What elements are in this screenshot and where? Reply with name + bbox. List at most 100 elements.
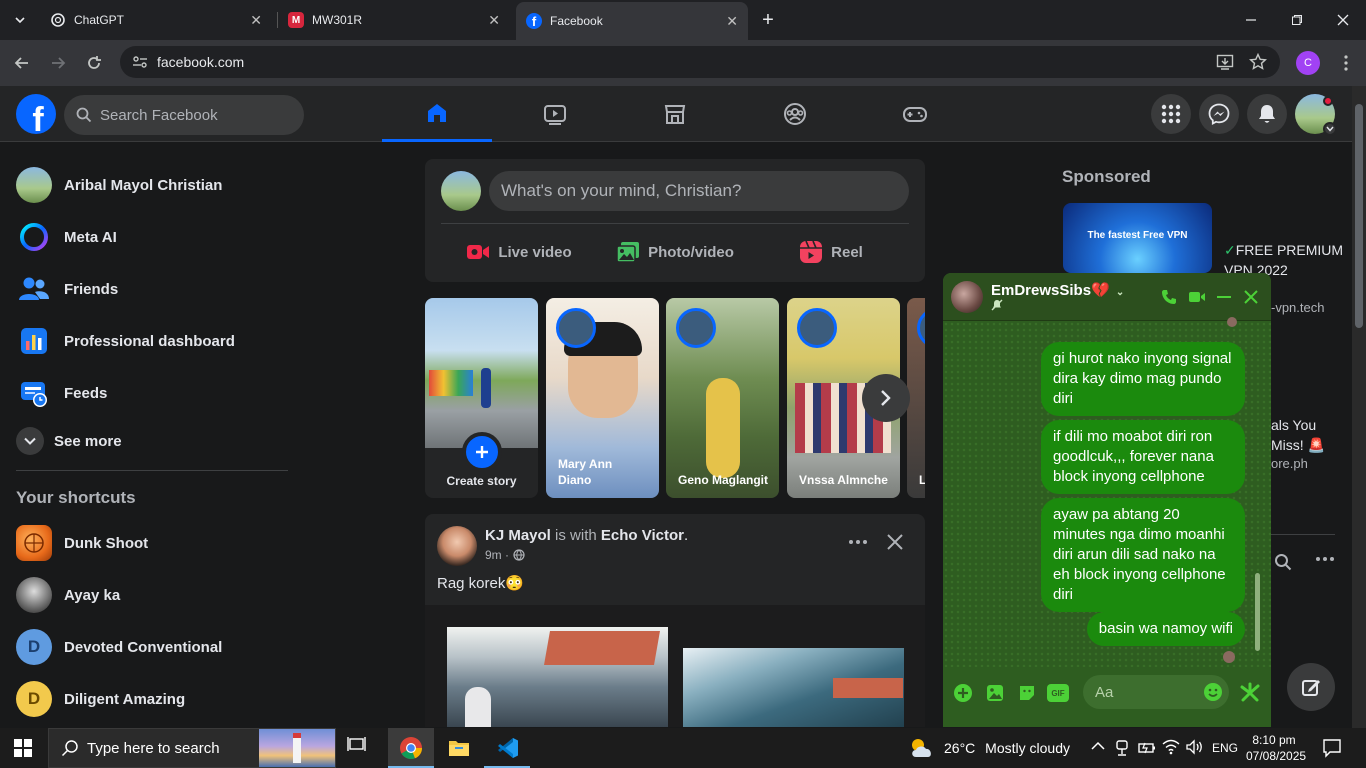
create-story-card[interactable]: Create story (425, 298, 538, 498)
windows-start-button[interactable] (14, 739, 32, 757)
contacts-search-button[interactable] (1274, 553, 1292, 571)
close-window-button[interactable] (1320, 0, 1366, 40)
sidebar-item-meta-ai[interactable]: Meta AI (8, 211, 288, 263)
battery-icon[interactable] (1138, 740, 1156, 756)
chat-avatar[interactable] (951, 281, 983, 313)
sticker-button[interactable] (1017, 683, 1037, 703)
new-message-button[interactable] (1287, 663, 1335, 711)
minimize-button[interactable] (1228, 0, 1274, 40)
gif-button[interactable]: GIF (1047, 684, 1069, 702)
nav-groups[interactable] (740, 86, 850, 142)
weather-widget[interactable]: 26°C Mostly cloudy (944, 740, 1070, 756)
tab-chatgpt[interactable]: ChatGPT ✕ (40, 6, 272, 34)
post-author-avatar[interactable] (437, 526, 477, 566)
sidebar-see-more[interactable]: See more (8, 415, 288, 467)
weather-icon[interactable] (908, 736, 936, 760)
account-avatar-button[interactable] (1295, 94, 1337, 136)
close-icon[interactable]: ✕ (488, 12, 500, 29)
show-hidden-icons-button[interactable] (1091, 741, 1105, 751)
notifications-button[interactable] (1247, 94, 1287, 134)
reload-button[interactable] (82, 51, 106, 75)
stories-next-button[interactable] (862, 374, 910, 422)
scrollbar-thumb[interactable] (1355, 104, 1363, 328)
facebook-search-input[interactable]: Search Facebook (64, 95, 304, 135)
taskbar-clock[interactable]: 8:10 pm 07/08/2025 (1246, 732, 1306, 764)
taskbar-file-explorer[interactable] (436, 728, 482, 768)
ad-image-vpn[interactable]: The fastest Free VPN (1063, 203, 1212, 273)
facebook-logo[interactable]: f (16, 94, 56, 134)
close-icon[interactable]: ✕ (726, 13, 738, 30)
add-attachment-button[interactable] (953, 683, 973, 703)
chat-message[interactable]: basin wa namoy wifi (1086, 612, 1245, 646)
hide-post-button[interactable] (883, 530, 907, 554)
sidebar-item-feeds[interactable]: Feeds (8, 367, 288, 419)
emoji-icon[interactable] (1203, 682, 1223, 702)
page-scrollbar[interactable] (1352, 86, 1366, 728)
messenger-button[interactable] (1199, 94, 1239, 134)
shortcut-dunk-shoot[interactable]: Dunk Shoot (8, 517, 288, 569)
nav-gaming[interactable] (860, 86, 970, 142)
photo-video-button[interactable]: Photo/video (597, 232, 753, 272)
tab-search-button[interactable] (4, 0, 36, 40)
minimize-chat-button[interactable] (1217, 296, 1231, 298)
menu-grid-button[interactable] (1151, 94, 1191, 134)
restore-button[interactable] (1274, 0, 1320, 40)
post-media[interactable] (425, 605, 925, 727)
sidebar-item-profile[interactable]: Aribal Mayol Christian (8, 159, 288, 211)
post-time[interactable]: 9m · (485, 548, 509, 562)
video-call-button[interactable] (1188, 289, 1206, 305)
taskbar-vscode[interactable] (484, 728, 530, 768)
close-chat-button[interactable] (1244, 290, 1258, 304)
new-tab-button[interactable]: + (752, 0, 784, 40)
contacts-options-button[interactable] (1316, 557, 1334, 561)
live-video-button[interactable]: Live video (441, 232, 597, 272)
chat-title[interactable]: EmDrewsSibs💔 ⌄ (991, 281, 1124, 299)
wifi-icon[interactable] (1162, 739, 1180, 755)
tab-mw301r[interactable]: M MW301R ✕ (278, 6, 510, 34)
chat-scrollbar-thumb[interactable] (1255, 573, 1260, 651)
nav-marketplace[interactable] (620, 86, 730, 142)
composer-input[interactable]: What's on your mind, Christian? (489, 171, 909, 211)
install-app-icon[interactable] (1216, 53, 1234, 71)
shortcut-ayay-ka[interactable]: Ayay ka (8, 569, 288, 621)
forward-button[interactable] (46, 51, 70, 75)
shortcuts-heading: Your shortcuts (16, 488, 136, 507)
profile-avatar-button[interactable]: C (1296, 51, 1320, 75)
shortcut-devoted-conventional[interactable]: D Devoted Conventional (8, 621, 288, 673)
post-author[interactable]: KJ Mayol (485, 527, 551, 544)
notification-center-button[interactable] (1322, 738, 1342, 758)
chat-message[interactable]: gi hurot nako inyong signal dira kay dim… (1041, 342, 1245, 416)
sidebar-item-friends[interactable]: Friends (8, 263, 288, 315)
volume-icon[interactable] (1186, 739, 1204, 755)
browser-menu-button[interactable] (1334, 51, 1358, 75)
post-tagged-user[interactable]: Echo Victor (601, 527, 684, 544)
nav-home[interactable] (382, 86, 492, 142)
taskbar-chrome[interactable] (388, 728, 434, 768)
gamepad-icon (903, 107, 927, 122)
attach-photo-button[interactable] (985, 683, 1005, 703)
site-settings-icon[interactable] (132, 54, 148, 70)
nav-video[interactable] (500, 86, 610, 142)
back-button[interactable] (10, 51, 34, 75)
meet-now-icon[interactable] (1114, 739, 1130, 757)
story-card[interactable]: Mary Ann Diano (546, 298, 659, 498)
close-icon[interactable]: ✕ (250, 12, 262, 29)
reel-button[interactable]: Reel (753, 232, 909, 272)
chat-message[interactable]: ayaw pa abtang 20 minutes nga dimo moanh… (1041, 498, 1245, 612)
post-options-button[interactable] (846, 530, 870, 554)
address-bar[interactable]: facebook.com (120, 46, 1280, 78)
ad-second-title[interactable]: als You Miss! 🚨 (1271, 415, 1351, 455)
task-view-button[interactable] (346, 736, 374, 760)
tab-facebook[interactable]: f Facebook ✕ (516, 2, 748, 40)
sidebar-item-professional-dashboard[interactable]: Professional dashboard (8, 315, 288, 367)
chat-message[interactable]: if dili mo moabot diri ron goodlcuk,,, f… (1041, 420, 1245, 494)
quick-reaction-button[interactable] (1239, 682, 1261, 704)
bookmark-star-icon[interactable] (1249, 53, 1267, 71)
sidebar-item-label: Dunk Shoot (64, 534, 149, 552)
voice-call-button[interactable] (1161, 289, 1177, 305)
language-indicator[interactable]: ENG (1212, 741, 1238, 755)
chat-message-input[interactable]: Aa (1083, 675, 1229, 709)
story-card[interactable]: Geno Maglangit (666, 298, 779, 498)
shortcut-diligent-amazing[interactable]: D Diligent Amazing (8, 673, 288, 725)
taskbar-search-input[interactable]: Type here to search (48, 728, 336, 768)
